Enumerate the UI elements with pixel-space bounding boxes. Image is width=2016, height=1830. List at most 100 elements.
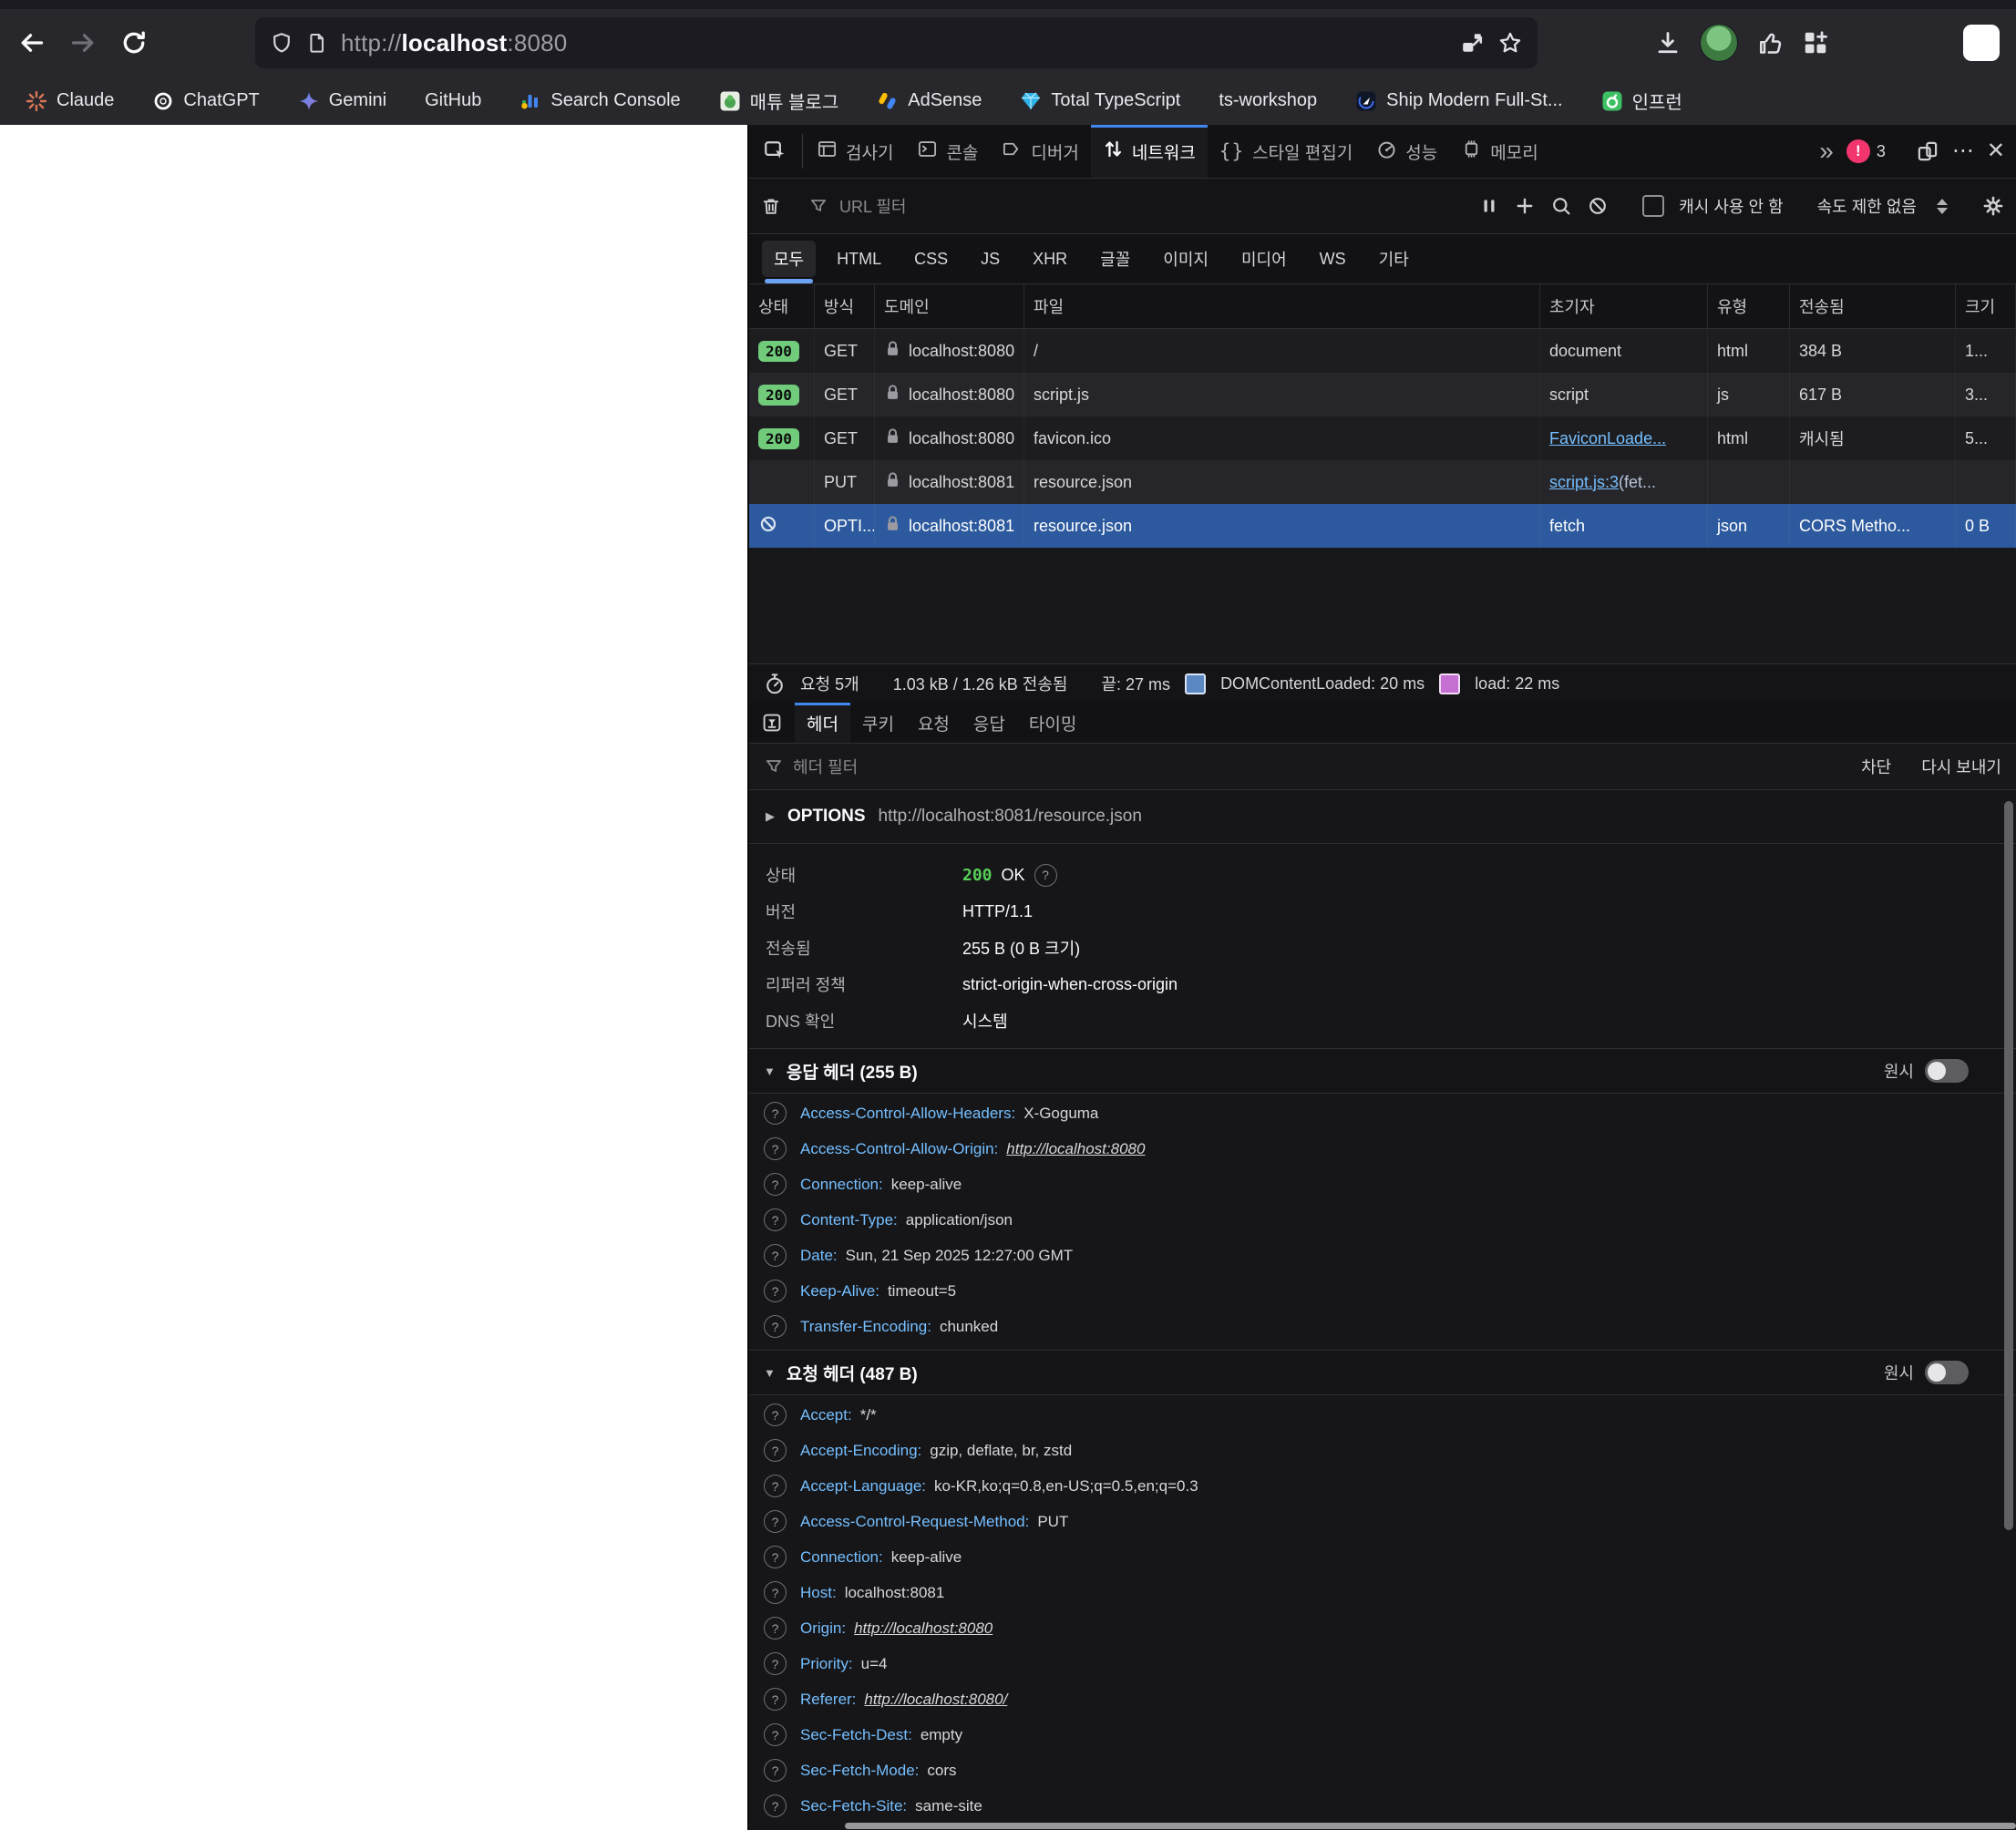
help-icon[interactable]: ? — [764, 1759, 787, 1782]
devtools-tab-스타일 편집기[interactable]: {} 스타일 편집기 — [1208, 125, 1364, 178]
bookmark-item[interactable]: ts-workshop — [1219, 90, 1317, 111]
header-item[interactable]: ? Access-Control-Request-Method: PUT — [749, 1504, 2016, 1539]
bookmark-item[interactable]: Claude — [26, 90, 114, 112]
header-item[interactable]: ? Transfer-Encoding: chunked — [749, 1309, 2016, 1344]
help-icon[interactable]: ? — [1034, 863, 1057, 887]
block-button[interactable]: 차단 — [1861, 755, 1891, 778]
help-icon[interactable]: ? — [764, 1173, 787, 1196]
header-item[interactable]: ? Priority: u=4 — [749, 1646, 2016, 1681]
detail-tab-응답[interactable]: 응답 — [962, 703, 1017, 743]
header-name[interactable]: Sec-Fetch-Mode: — [800, 1762, 919, 1780]
devtools-tab-성능[interactable]: 성능 — [1364, 125, 1449, 178]
filter-tab-JS[interactable]: JS — [969, 243, 1012, 275]
response-headers-section[interactable]: ▼ 응답 헤더 (255 B) 원시 — [749, 1048, 2016, 1094]
bookmark-item[interactable]: GitHub — [425, 90, 481, 111]
header-name[interactable]: Origin: — [800, 1619, 846, 1638]
bookmark-item[interactable]: Ship Modern Full-St... — [1355, 90, 1563, 112]
url-filter-input[interactable]: URL 필터 — [839, 194, 906, 218]
devtools-tab-검사기[interactable]: 검사기 — [805, 125, 905, 178]
bookmark-item[interactable]: 매튜 블로그 — [719, 87, 838, 114]
disable-cache-label[interactable]: 캐시 사용 안 함 — [1679, 194, 1783, 218]
horizontal-scrollbar[interactable] — [845, 1823, 2016, 1829]
reload-button[interactable] — [113, 22, 155, 64]
header-name[interactable]: Sec-Fetch-Dest: — [800, 1726, 912, 1744]
filter-tab-기타[interactable]: 기타 — [1367, 241, 1421, 277]
column-header[interactable]: 전송됨 — [1790, 284, 1956, 328]
page-content[interactable] — [0, 125, 749, 1830]
column-header[interactable]: 크기 — [1956, 284, 2016, 328]
header-name[interactable]: Access-Control-Request-Method: — [800, 1513, 1029, 1531]
devtools-tab-메모리[interactable]: 메모리 — [1449, 125, 1549, 178]
header-item[interactable]: ? Access-Control-Allow-Origin: http://loca… — [749, 1131, 2016, 1167]
header-item[interactable]: ? Host: localhost:8081 — [749, 1575, 2016, 1610]
responsive-design-button[interactable] — [1916, 139, 1939, 163]
profile-avatar[interactable] — [1700, 24, 1738, 62]
bookmark-item[interactable]: 인프런 — [1601, 87, 1682, 114]
filter-tab-WS[interactable]: WS — [1308, 243, 1358, 275]
disable-cache-checkbox[interactable] — [1642, 195, 1665, 217]
grid-plus-icon[interactable] — [1802, 29, 1829, 57]
initiator-text[interactable]: FaviconLoade... — [1549, 429, 1666, 448]
header-name[interactable]: Priority: — [800, 1655, 853, 1673]
bookmark-item[interactable]: AdSense — [877, 90, 982, 112]
filter-tab-CSS[interactable]: CSS — [902, 243, 960, 275]
header-name[interactable]: Content-Type: — [800, 1211, 898, 1229]
table-row[interactable]: 200 GET localhost:8080 favicon.ico FaviconLo… — [749, 416, 2016, 460]
help-icon[interactable]: ? — [764, 1208, 787, 1231]
filter-tab-이미지[interactable]: 이미지 — [1151, 241, 1220, 277]
table-row[interactable]: OPTI... localhost:8081 resource.json fetch j… — [749, 504, 2016, 548]
caret-right-icon[interactable]: ▶ — [766, 809, 775, 824]
devtools-tab-디버거[interactable]: 디버거 — [990, 125, 1090, 178]
header-name[interactable]: Accept-Encoding: — [800, 1442, 921, 1460]
search-button[interactable] — [1550, 195, 1572, 217]
url-text[interactable]: http://localhost:8080 — [341, 29, 567, 57]
header-name[interactable]: Host: — [800, 1584, 837, 1602]
caret-down-icon[interactable]: ▼ — [764, 1064, 776, 1078]
column-header[interactable]: 상태 — [749, 284, 815, 328]
pause-button[interactable] — [1479, 196, 1499, 216]
response-raw-toggle[interactable] — [1925, 1059, 1969, 1083]
clear-requests-button[interactable] — [760, 195, 782, 217]
column-header[interactable]: 유형 — [1708, 284, 1790, 328]
network-settings-button[interactable] — [1981, 194, 2005, 218]
page-info-icon[interactable] — [306, 32, 328, 54]
column-header[interactable]: 방식 — [815, 284, 875, 328]
help-icon[interactable]: ? — [764, 1794, 787, 1817]
header-name[interactable]: Connection: — [800, 1548, 883, 1567]
bookmark-item[interactable]: Search Console — [519, 90, 681, 112]
url-bar[interactable]: http://localhost:8080 — [255, 17, 1538, 68]
header-item[interactable]: ? Sec-Fetch-Dest: empty — [749, 1717, 2016, 1753]
pick-element-button[interactable] — [749, 125, 800, 178]
throttle-select[interactable]: 속도 제한 없음 — [1817, 194, 1917, 218]
header-item[interactable]: ? Referer: http://localhost:8080/ — [749, 1681, 2016, 1717]
header-name[interactable]: Access-Control-Allow-Headers: — [800, 1105, 1015, 1123]
devtools-tab-네트워크[interactable]: 네트워크 — [1090, 125, 1208, 178]
filter-tab-미디어[interactable]: 미디어 — [1229, 241, 1299, 277]
table-row[interactable]: 200 GET localhost:8080 script.js script js 617… — [749, 373, 2016, 416]
header-item[interactable]: ? Sec-Fetch-Site: same-site — [749, 1788, 2016, 1824]
forward-button[interactable] — [62, 22, 104, 64]
bookmark-star-icon[interactable] — [1497, 30, 1523, 56]
caret-down-icon[interactable]: ▼ — [764, 1366, 776, 1380]
downloads-icon[interactable] — [1654, 29, 1682, 57]
header-item[interactable]: ? Keep-Alive: timeout=5 — [749, 1273, 2016, 1309]
help-icon[interactable]: ? — [764, 1652, 787, 1675]
devtools-tab-콘솔[interactable]: 콘솔 — [905, 125, 990, 178]
header-name[interactable]: Accept-Language: — [800, 1477, 926, 1496]
header-name[interactable]: Date: — [800, 1247, 838, 1265]
devtools-menu-button[interactable]: ⋯ — [1952, 140, 1974, 162]
help-icon[interactable]: ? — [764, 1439, 787, 1462]
header-value[interactable]: http://localhost:8080 — [1006, 1140, 1145, 1158]
header-item[interactable]: ? Connection: keep-alive — [749, 1539, 2016, 1575]
filter-tab-XHR[interactable]: XHR — [1021, 243, 1079, 275]
bookmark-item[interactable]: Total TypeScript — [1020, 90, 1180, 112]
request-raw-toggle[interactable] — [1925, 1361, 1969, 1384]
back-button[interactable] — [11, 22, 53, 64]
block-request-button[interactable] — [1587, 195, 1609, 217]
vertical-scrollbar[interactable] — [2004, 801, 2013, 1530]
header-item[interactable]: ? Accept: */* — [749, 1397, 2016, 1433]
header-item[interactable]: ? Content-Type: application/json — [749, 1202, 2016, 1238]
screenshot-icon[interactable] — [1459, 30, 1485, 56]
filter-tab-HTML[interactable]: HTML — [825, 243, 893, 275]
help-icon[interactable]: ? — [764, 1546, 787, 1568]
